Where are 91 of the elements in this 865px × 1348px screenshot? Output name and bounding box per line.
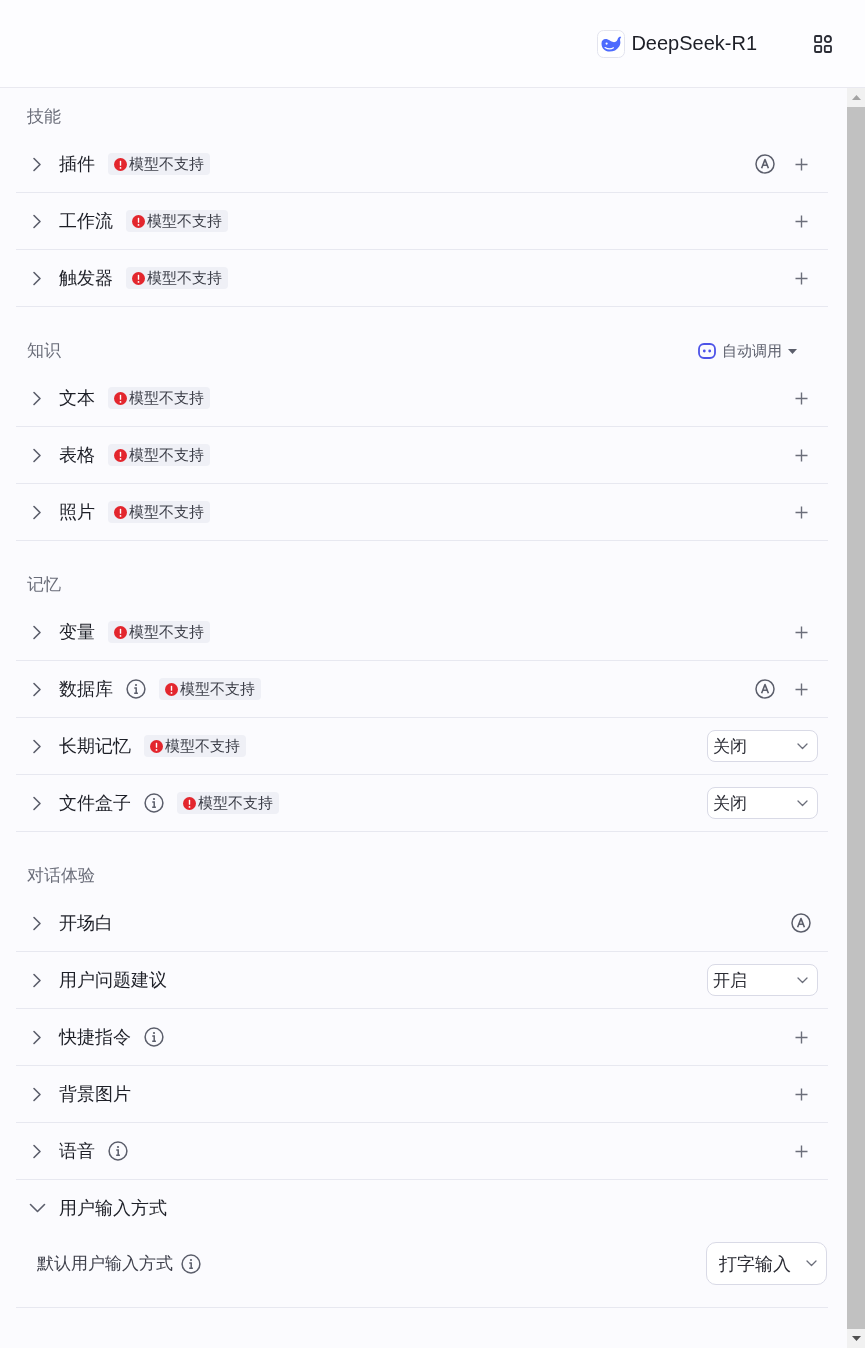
dropdown[interactable]: 关闭 — [707, 787, 818, 819]
tag-text: 模型不支持 — [129, 502, 204, 522]
chevron-right-icon[interactable] — [32, 504, 42, 520]
row-title[interactable]: 插件 — [59, 152, 95, 176]
caret-icon — [788, 348, 797, 354]
dropdown[interactable]: 关闭 — [707, 730, 818, 762]
row-title[interactable]: 语音 — [59, 1139, 95, 1163]
dropdown[interactable]: 开启 — [707, 964, 818, 996]
plus-icon[interactable] — [795, 1144, 808, 1158]
exclamation-icon — [183, 796, 196, 810]
chevron-right-icon[interactable] — [32, 270, 42, 286]
circled-letter-icon[interactable] — [755, 679, 775, 699]
model-selector[interactable]: DeepSeek-R1 — [597, 29, 757, 58]
exclamation-icon — [114, 505, 127, 519]
tag-text: 模型不支持 — [129, 388, 204, 408]
call-mode-dropdown[interactable]: 自动调用 — [698, 341, 797, 361]
info-icon[interactable] — [144, 793, 164, 813]
plus-icon[interactable] — [795, 157, 808, 171]
chevron-down-icon — [797, 799, 808, 807]
chevron-right-icon[interactable] — [32, 681, 42, 697]
exclamation-icon — [150, 739, 163, 753]
exclamation-icon — [132, 214, 145, 228]
section-title: 知识 — [27, 340, 61, 362]
plus-icon[interactable] — [795, 271, 808, 285]
row-title[interactable]: 工作流 — [59, 209, 113, 233]
info-icon[interactable] — [181, 1253, 201, 1274]
scroll-down-icon[interactable] — [851, 1336, 861, 1341]
info-icon[interactable] — [108, 1141, 128, 1161]
tag-text: 模型不支持 — [129, 445, 204, 465]
info-icon[interactable] — [126, 679, 146, 699]
row-title[interactable]: 长期记忆 — [59, 734, 131, 758]
exclamation-icon — [165, 682, 178, 696]
plus-icon[interactable] — [795, 1087, 808, 1101]
tag-text: 模型不支持 — [198, 793, 273, 813]
row-title[interactable]: 变量 — [59, 620, 95, 644]
exclamation-icon — [114, 625, 127, 639]
plus-icon[interactable] — [795, 625, 808, 639]
dropdown[interactable]: 打字输入 — [706, 1242, 827, 1285]
chevron-down-icon — [797, 976, 808, 984]
row-title[interactable]: 背景图片 — [59, 1082, 131, 1106]
chevron-right-icon[interactable] — [32, 447, 42, 463]
chevron-right-icon[interactable] — [32, 213, 42, 229]
exclamation-icon — [114, 391, 127, 405]
chevron-right-icon[interactable] — [32, 795, 42, 811]
row-title[interactable]: 表格 — [59, 443, 95, 467]
exclamation-icon — [114, 448, 127, 462]
chevron-down-icon — [806, 1260, 817, 1267]
chevron-right-icon[interactable] — [32, 156, 42, 172]
chevron-down-icon — [797, 742, 808, 750]
plus-icon[interactable] — [795, 214, 808, 228]
plus-icon[interactable] — [795, 448, 808, 462]
row-title[interactable]: 开场白 — [59, 911, 113, 935]
whale-icon — [597, 29, 626, 58]
chevron-right-icon[interactable] — [32, 624, 42, 640]
chevron-right-icon[interactable] — [32, 1143, 42, 1159]
info-icon[interactable] — [144, 1027, 164, 1047]
chevron-down-icon[interactable] — [28, 1203, 46, 1213]
row-title[interactable]: 用户输入方式 — [59, 1196, 167, 1220]
tag-text: 模型不支持 — [147, 211, 222, 231]
circled-letter-icon[interactable] — [791, 913, 811, 933]
plus-icon[interactable] — [795, 682, 808, 696]
row-title[interactable]: 照片 — [59, 500, 95, 524]
tag-text: 模型不支持 — [129, 622, 204, 642]
chevron-right-icon[interactable] — [32, 738, 42, 754]
plus-icon[interactable] — [795, 391, 808, 405]
section-title: 记忆 — [27, 574, 61, 596]
chevron-right-icon[interactable] — [32, 972, 42, 988]
chevron-right-icon[interactable] — [32, 390, 42, 406]
chevron-right-icon[interactable] — [32, 915, 42, 931]
plus-icon[interactable] — [795, 505, 808, 519]
row-title[interactable]: 用户问题建议 — [59, 968, 167, 992]
row-title[interactable]: 快捷指令 — [59, 1025, 131, 1049]
robot-face-icon — [698, 343, 716, 359]
setting-label: 默认用户输入方式 — [37, 1253, 173, 1275]
chevron-right-icon[interactable] — [32, 1086, 42, 1102]
row-title[interactable]: 数据库 — [59, 677, 113, 701]
exclamation-icon — [132, 271, 145, 285]
section-title: 技能 — [27, 106, 61, 128]
chevron-right-icon[interactable] — [32, 1029, 42, 1045]
tag-text: 模型不支持 — [165, 736, 240, 756]
tag-text: 模型不支持 — [180, 679, 255, 699]
plus-icon[interactable] — [795, 1030, 808, 1044]
tag-text: 模型不支持 — [147, 268, 222, 288]
row-title[interactable]: 文件盒子 — [59, 791, 131, 815]
row-title[interactable]: 触发器 — [59, 266, 113, 290]
exclamation-icon — [114, 157, 127, 171]
section-title: 对话体验 — [27, 865, 95, 887]
apps-grid-icon[interactable] — [814, 34, 832, 53]
circled-letter-icon[interactable] — [755, 154, 775, 174]
row-title[interactable]: 文本 — [59, 386, 95, 410]
tag-text: 模型不支持 — [129, 154, 204, 174]
